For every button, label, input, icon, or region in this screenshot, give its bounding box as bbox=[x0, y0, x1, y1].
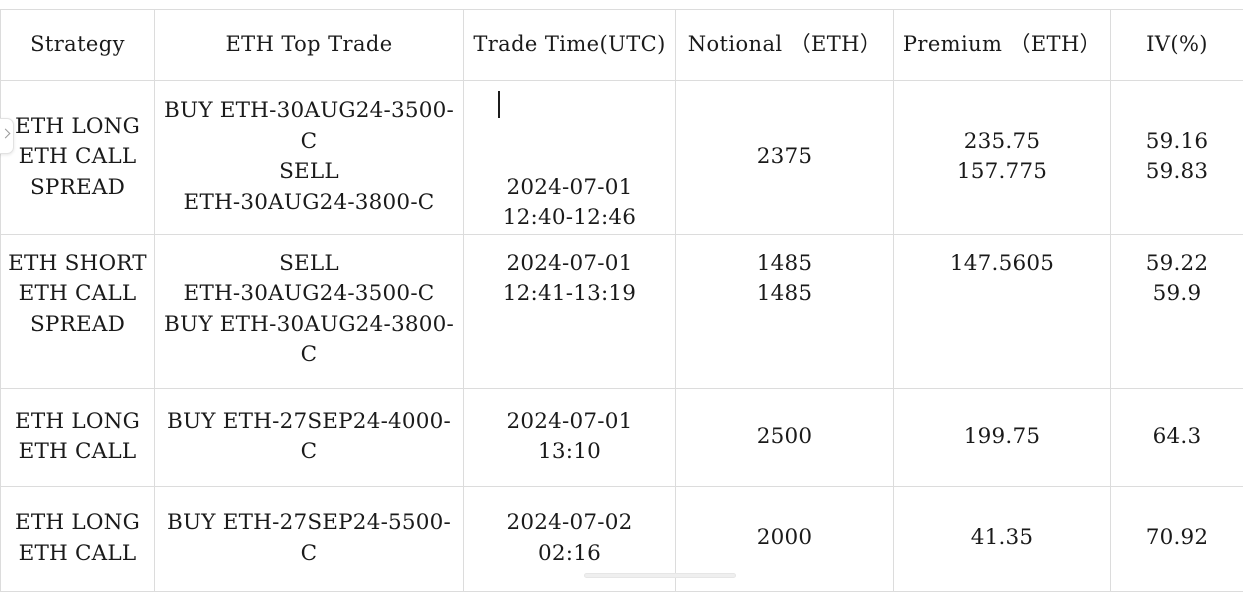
cell-premium[interactable]: 235.75 157.775 bbox=[894, 81, 1111, 235]
cell-top-trade[interactable]: BUY ETH-30AUG24-3500-C SELL ETH-30AUG24-… bbox=[155, 81, 464, 235]
table-header: Strategy ETH Top Trade Trade Time(UTC) N… bbox=[1, 10, 1243, 81]
column-header-iv[interactable]: IV(%) bbox=[1111, 10, 1243, 81]
chevron-right-icon bbox=[1, 129, 11, 139]
cell-premium[interactable]: 147.5605 bbox=[894, 234, 1111, 388]
cell-notional[interactable]: 1485 1485 bbox=[676, 234, 894, 388]
cell-top-trade[interactable]: SELL ETH-30AUG24-3500-C BUY ETH-30AUG24-… bbox=[155, 234, 464, 388]
column-header-premium[interactable]: Premium （ETH） bbox=[894, 10, 1111, 81]
trade-time-text-wrap: 2024-07-01 12:40-12:46 bbox=[503, 112, 636, 234]
cell-iv[interactable]: 59.16 59.83 bbox=[1111, 81, 1243, 235]
cell-iv[interactable]: 64.3 bbox=[1111, 388, 1243, 486]
cell-trade-time[interactable]: 2024-07-01 12:40-12:46 bbox=[464, 81, 676, 235]
cell-premium[interactable]: 199.75 bbox=[894, 388, 1111, 486]
column-header-trade-time[interactable]: Trade Time(UTC) bbox=[464, 10, 676, 81]
scrollbar-thumb[interactable] bbox=[584, 573, 736, 578]
cell-trade-time[interactable]: 2024-07-01 12:41-13:19 bbox=[464, 234, 676, 388]
text-cursor-caret bbox=[498, 91, 500, 118]
table-body: ETH LONG ETH CALL SPREAD BUY ETH-30AUG24… bbox=[1, 81, 1243, 592]
cell-strategy[interactable]: ETH LONG ETH CALL SPREAD bbox=[1, 81, 155, 235]
table-row: ETH LONG ETH CALL BUY ETH-27SEP24-4000-C… bbox=[1, 388, 1243, 486]
edge-collapse-handle[interactable] bbox=[0, 118, 14, 154]
table-row: ETH LONG ETH CALL SPREAD BUY ETH-30AUG24… bbox=[1, 81, 1243, 235]
cell-notional[interactable]: 2375 bbox=[676, 81, 894, 235]
cell-strategy[interactable]: ETH SHORT ETH CALL SPREAD bbox=[1, 234, 155, 388]
cell-iv[interactable]: 59.22 59.9 bbox=[1111, 234, 1243, 388]
column-header-strategy[interactable]: Strategy bbox=[1, 10, 155, 81]
header-row: Strategy ETH Top Trade Trade Time(UTC) N… bbox=[1, 10, 1243, 81]
cell-top-trade[interactable]: BUY ETH-27SEP24-4000-C bbox=[155, 388, 464, 486]
cell-trade-time[interactable]: 2024-07-01 13:10 bbox=[464, 388, 676, 486]
eth-top-trades-table: Strategy ETH Top Trade Trade Time(UTC) N… bbox=[0, 9, 1243, 592]
horizontal-scrollbar[interactable] bbox=[0, 572, 1243, 579]
column-header-notional[interactable]: Notional （ETH） bbox=[676, 10, 894, 81]
column-header-top-trade[interactable]: ETH Top Trade bbox=[155, 10, 464, 81]
cell-trade-time-value: 2024-07-01 12:40-12:46 bbox=[503, 175, 636, 231]
table-row: ETH SHORT ETH CALL SPREAD SELL ETH-30AUG… bbox=[1, 234, 1243, 388]
cell-notional[interactable]: 2500 bbox=[676, 388, 894, 486]
table-viewport: Strategy ETH Top Trade Trade Time(UTC) N… bbox=[0, 0, 1243, 579]
cell-strategy[interactable]: ETH LONG ETH CALL bbox=[1, 388, 155, 486]
